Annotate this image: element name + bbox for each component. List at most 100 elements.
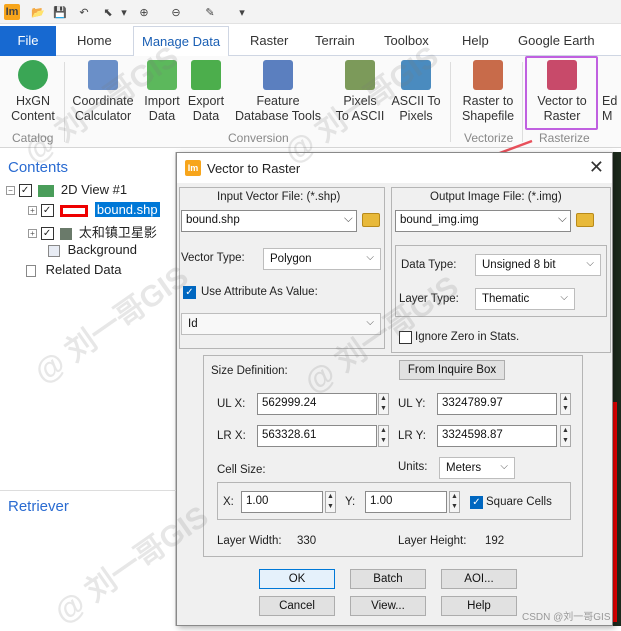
cell-y-field[interactable]: 1.00 bbox=[365, 491, 447, 513]
dialog-title: Vector to Raster bbox=[207, 161, 301, 176]
vector-type-select[interactable]: Polygon ⌵ bbox=[263, 248, 381, 270]
input-file-label: Input Vector File: (*.shp) bbox=[217, 191, 341, 203]
button-label: Pixels bbox=[399, 109, 433, 123]
collapse-icon[interactable]: − bbox=[6, 186, 15, 196]
eraser-icon[interactable]: ✎ bbox=[202, 4, 218, 20]
button-label: Data bbox=[148, 109, 176, 123]
group-rasterize: Rasterize bbox=[539, 131, 590, 145]
checkbox-satellite[interactable]: ✓ bbox=[40, 227, 54, 241]
units-label: Units: bbox=[398, 461, 428, 473]
units-value: Meters bbox=[446, 462, 482, 474]
output-file-field[interactable]: bound_img.img bbox=[395, 210, 571, 232]
raster-shape-icon bbox=[473, 60, 503, 90]
from-inquire-box-button[interactable]: From Inquire Box bbox=[399, 360, 505, 380]
background-icon bbox=[48, 244, 60, 257]
data-type-select[interactable]: Unsigned 8 bit ⌵ bbox=[475, 254, 601, 276]
chevron-down-icon[interactable]: ⌵ bbox=[558, 213, 567, 226]
cell-y-stepper[interactable]: ▲ ▼ bbox=[449, 491, 460, 513]
raster-to-shapefile-button[interactable]: Raster to Shapefile bbox=[454, 60, 522, 124]
lry-field[interactable]: 3324598.87 bbox=[437, 425, 557, 447]
layer-label-bound: bound.shp bbox=[94, 202, 160, 217]
layer-width-label: Layer Width: bbox=[217, 535, 282, 547]
undo-icon[interactable]: ↶ bbox=[76, 4, 92, 20]
cell-x-field[interactable]: 1.00 bbox=[241, 491, 323, 513]
chevron-down-icon: ⌵ bbox=[366, 252, 374, 263]
dropdown-icon[interactable]: ▾ bbox=[116, 4, 132, 20]
tab-google-earth[interactable]: Google Earth bbox=[518, 26, 595, 56]
view-label: 2D View #1 bbox=[60, 182, 128, 197]
tab-terrain[interactable]: Terrain bbox=[315, 26, 355, 56]
layer-type-select[interactable]: Thematic ⌵ bbox=[475, 288, 575, 310]
cell-x-stepper[interactable]: ▲ ▼ bbox=[325, 491, 336, 513]
expand-icon[interactable]: + bbox=[28, 229, 37, 239]
checkbox-bound[interactable]: ✓ bbox=[40, 204, 54, 218]
use-attribute-label: Use Attribute As Value: bbox=[201, 286, 318, 298]
lrx-stepper[interactable]: ▲ ▼ bbox=[378, 425, 389, 447]
attribute-value: Id bbox=[188, 318, 198, 330]
layer-height-label: Layer Height: bbox=[398, 535, 467, 547]
chevron-down-icon: ⌵ bbox=[500, 461, 508, 472]
raster-layer-icon bbox=[60, 227, 73, 240]
lry-label: LR Y: bbox=[398, 430, 426, 442]
help-button[interactable]: Help bbox=[441, 596, 517, 616]
tab-help[interactable]: Help bbox=[462, 26, 489, 56]
document-icon bbox=[26, 264, 36, 277]
units-select[interactable]: Meters ⌵ bbox=[439, 457, 515, 479]
tree-item-view[interactable]: − ✓ 2D View #1 bbox=[6, 182, 128, 198]
boundary-line bbox=[613, 402, 617, 622]
folder-icon[interactable] bbox=[576, 213, 594, 227]
export-icon bbox=[191, 60, 221, 90]
vector-type-value: Polygon bbox=[270, 253, 312, 265]
batch-button[interactable]: Batch bbox=[350, 569, 426, 589]
folder-icon[interactable] bbox=[362, 213, 380, 227]
zoom-in-icon[interactable]: ⊕ bbox=[136, 4, 152, 20]
open-icon[interactable]: 📂 bbox=[30, 4, 46, 20]
retriever-title: Retriever bbox=[0, 490, 176, 520]
tree-item-related[interactable]: Related Data bbox=[26, 262, 122, 277]
size-definition-group bbox=[203, 355, 583, 557]
tab-raster[interactable]: Raster bbox=[250, 26, 288, 56]
ignore-zero-label: Ignore Zero in Stats. bbox=[415, 331, 520, 343]
button-label: Import bbox=[144, 94, 180, 108]
uly-field[interactable]: 3324789.97 bbox=[437, 393, 557, 415]
tree-item-bound[interactable]: + ✓ bound.shp bbox=[28, 202, 160, 218]
checkbox-view[interactable]: ✓ bbox=[18, 184, 32, 198]
tab-home[interactable]: Home bbox=[77, 26, 112, 56]
chevron-down-icon[interactable]: ⌵ bbox=[344, 213, 353, 226]
tree-item-background[interactable]: Background bbox=[48, 242, 137, 257]
polygon-layer-icon bbox=[60, 204, 89, 217]
lry-stepper[interactable]: ▲ ▼ bbox=[560, 425, 571, 447]
input-file-field[interactable]: bound.shp bbox=[181, 210, 357, 232]
layer-height-value: 192 bbox=[485, 535, 505, 547]
ulx-stepper[interactable]: ▲ ▼ bbox=[378, 393, 389, 415]
uly-label: UL Y: bbox=[398, 398, 426, 410]
chevron-down-icon: ⌵ bbox=[560, 292, 568, 303]
tree-item-satellite[interactable]: + ✓ 太和镇卫星影 bbox=[28, 222, 157, 241]
app-logo-icon: Im bbox=[185, 160, 201, 176]
aoi-button[interactable]: AOI... bbox=[441, 569, 517, 589]
layer-label-satellite: 太和镇卫星影 bbox=[78, 225, 157, 240]
uly-stepper[interactable]: ▲ ▼ bbox=[560, 393, 571, 415]
select-arrow-icon[interactable]: ⬉ bbox=[100, 4, 116, 20]
cancel-button[interactable]: Cancel bbox=[259, 596, 335, 616]
ok-button[interactable]: OK bbox=[259, 569, 335, 589]
expand-icon[interactable]: + bbox=[28, 206, 37, 216]
export-data-button[interactable]: Export Data bbox=[184, 60, 228, 124]
contents-title: Contents bbox=[8, 159, 69, 176]
button-label: HxGN bbox=[15, 94, 51, 108]
vector-to-raster-highlight bbox=[525, 56, 598, 130]
lrx-field[interactable]: 563328.61 bbox=[257, 425, 377, 447]
square-cells-checkbox[interactable]: ✓ bbox=[470, 496, 483, 509]
save-icon[interactable]: 💾 bbox=[52, 4, 68, 20]
zoom-out-icon[interactable]: ⊖ bbox=[168, 4, 184, 20]
edit-button[interactable]: Ed M bbox=[602, 60, 621, 124]
view-button[interactable]: View... bbox=[350, 596, 426, 616]
ribbon-tabs: File Home Manage Data Raster Terrain Too… bbox=[0, 26, 621, 57]
button-label: Ed bbox=[602, 94, 618, 108]
close-button[interactable]: ✕ bbox=[589, 157, 604, 178]
customize-icon[interactable]: ▾ bbox=[234, 4, 250, 20]
app-logo-icon: Im bbox=[4, 4, 20, 20]
x-label: X: bbox=[223, 496, 234, 508]
credit-text: CSDN @刘一哥GIS bbox=[522, 612, 611, 623]
tab-file[interactable]: File bbox=[0, 26, 56, 56]
